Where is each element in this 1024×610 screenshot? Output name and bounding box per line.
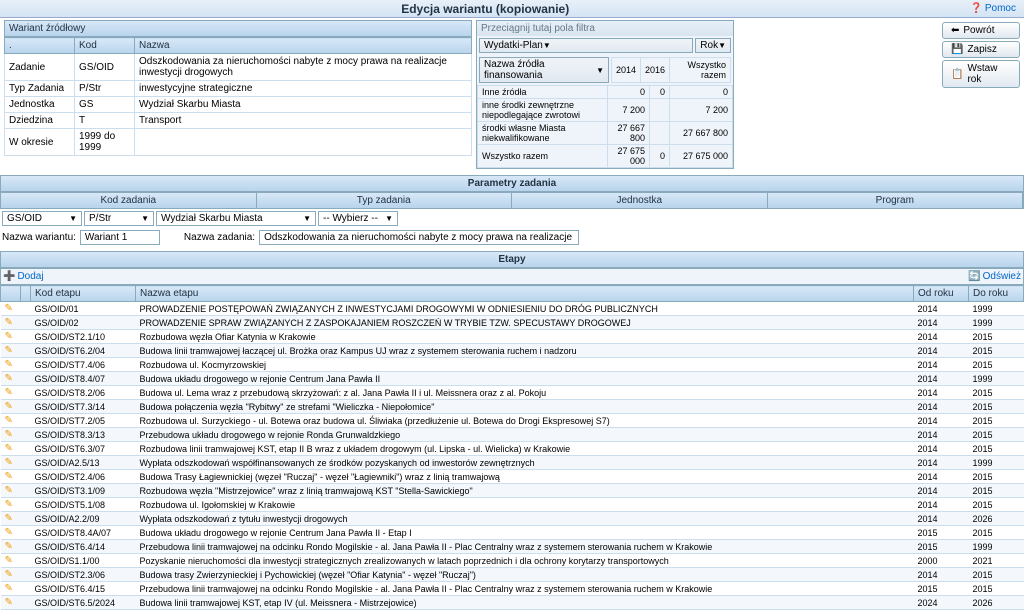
edit-icon[interactable]: ✎	[5, 401, 13, 412]
etap-row[interactable]: ✎GS/OID/ST3.1/09Rozbudowa węzła "Mistrze…	[1, 484, 1024, 498]
edit-icon[interactable]: ✎	[5, 527, 13, 538]
filter-drag-area[interactable]: Przeciągnij tutaj pola filtra	[477, 21, 733, 36]
col-nazwa[interactable]: Nazwa	[135, 38, 472, 54]
edit-icon[interactable]: ✎	[5, 555, 13, 566]
edit-icon[interactable]: ✎	[5, 331, 13, 342]
task-name-input[interactable]	[259, 230, 579, 245]
etap-row[interactable]: ✎GS/OID/ST2.1/10Rozbudowa węzła Ofiar Ka…	[1, 330, 1024, 344]
etap-row[interactable]: ✎GS/OID/ST6.3/07Rozbudowa linii tramwajo…	[1, 442, 1024, 456]
variant-row: JednostkaGSWydział Skarbu Miasta	[5, 97, 472, 113]
refresh-button[interactable]: 🔄 Odśwież	[968, 271, 1021, 282]
variant-row: ZadanieGS/OIDOdszkodowania za nieruchomo…	[5, 54, 472, 81]
edit-icon[interactable]: ✎	[5, 485, 13, 496]
edit-icon[interactable]: ✎	[5, 569, 13, 580]
variant-name-input[interactable]	[80, 230, 160, 245]
edit-icon[interactable]: ✎	[5, 317, 13, 328]
etap-row[interactable]: ✎GS/OID/ST7.3/14Budowa połączenia węzła …	[1, 400, 1024, 414]
edit-icon[interactable]: ✎	[5, 541, 13, 552]
col-od-roku[interactable]: Od roku	[914, 286, 969, 302]
help-link[interactable]: ❓ Pomoc	[970, 3, 1016, 14]
edit-icon[interactable]: ✎	[5, 499, 13, 510]
etap-row[interactable]: ✎GS/OID/ST8.4A/07Budowa układu drogowego…	[1, 526, 1024, 540]
param-combo-3[interactable]: -- Wybierz --▼	[318, 211, 398, 226]
param-combo-0[interactable]: GS/OID▼	[2, 211, 82, 226]
etap-row[interactable]: ✎GS/OID/02PROWADZENIE SPRAW ZWIĄZANYCH Z…	[1, 316, 1024, 330]
param-combo-1[interactable]: P/Str▼	[84, 211, 154, 226]
page-title: Edycja wariantu (kopiowanie)	[0, 2, 970, 16]
variant-row: DziedzinaTTransport	[5, 113, 472, 129]
etapy-table: Kod etapu Nazwa etapu Od roku Do roku ✎G…	[0, 285, 1024, 610]
edit-icon[interactable]: ✎	[5, 303, 13, 314]
source-filter[interactable]: Nazwa źródła finansowania ▼	[479, 57, 609, 83]
edit-icon[interactable]: ✎	[5, 345, 13, 356]
filter-data-row: inne środki zewnętrzne niepodlegające zw…	[478, 99, 733, 122]
variant-panel-title: Wariant źródłowy	[4, 20, 472, 37]
edit-icon[interactable]: ✎	[5, 471, 13, 482]
variant-row: W okresie1999 do 1999	[5, 129, 472, 156]
etap-row[interactable]: ✎GS/OID/ST7.2/05Rozbudowa ul. Surzyckieg…	[1, 414, 1024, 428]
param-combo-2[interactable]: Wydział Skarbu Miasta▼	[156, 211, 316, 226]
filter-data-row: Wszystko razem27 675 000027 675 000	[478, 145, 733, 168]
insert-year-label: Wstaw rok	[967, 63, 1011, 85]
etap-row[interactable]: ✎GS/OID/ST5.1/08Rozbudowa ul. Igołomskie…	[1, 498, 1024, 512]
variant-info-table: . Kod Nazwa ZadanieGS/OIDOdszkodowania z…	[4, 37, 472, 156]
edit-icon[interactable]: ✎	[5, 457, 13, 468]
edit-icon[interactable]: ✎	[5, 387, 13, 398]
col-nazwa-etapu[interactable]: Nazwa etapu	[136, 286, 914, 302]
year-header[interactable]: Wszystko razem	[670, 58, 731, 83]
col-do-roku[interactable]: Do roku	[969, 286, 1024, 302]
etapy-title: Etapy	[0, 251, 1024, 268]
col-kod-etapu[interactable]: Kod etapu	[31, 286, 136, 302]
edit-icon[interactable]: ✎	[5, 513, 13, 524]
filter-data-row: Inne źródła000	[478, 86, 733, 99]
etap-row[interactable]: ✎GS/OID/A2.5/13Wypłata odszkodowań współ…	[1, 456, 1024, 470]
etap-row[interactable]: ✎GS/OID/ST6.4/15Przebudowa linii tramwaj…	[1, 582, 1024, 596]
param-header: Typ zadania	[257, 193, 513, 208]
back-button[interactable]: ⬅ Powrót	[942, 22, 1020, 39]
etap-row[interactable]: ✎GS/OID/ST8.3/13Przebudowa układu drogow…	[1, 428, 1024, 442]
filter-data-row: środki własne Miasta niekwalifikowane27 …	[478, 122, 733, 145]
param-header: Jednostka	[512, 193, 768, 208]
etap-row[interactable]: ✎GS/OID/ST2.4/06Budowa Trasy Łagiewnicki…	[1, 470, 1024, 484]
etap-row[interactable]: ✎GS/OID/ST6.2/04Budowa linii tramwajowej…	[1, 344, 1024, 358]
year-header[interactable]: 2014	[612, 58, 641, 83]
edit-icon[interactable]: ✎	[5, 373, 13, 384]
etap-row[interactable]: ✎GS/OID/ST7.4/06Rozbudowa ul. Kocmyrzows…	[1, 358, 1024, 372]
insert-year-button[interactable]: 📋 Wstaw rok	[942, 60, 1020, 88]
col-dot[interactable]: .	[5, 38, 75, 54]
year-header[interactable]: 2016	[641, 58, 670, 83]
save-label: Zapisz	[967, 44, 996, 55]
variant-name-label: Nazwa wariantu:	[2, 232, 76, 243]
wydatki-filter[interactable]: Wydatki-Plan ▼	[479, 38, 693, 53]
edit-icon[interactable]: ✎	[5, 429, 13, 440]
etap-row[interactable]: ✎GS/OID/01PROWADZENIE POSTĘPOWAŃ ZWIĄZAN…	[1, 302, 1024, 316]
etap-row[interactable]: ✎GS/OID/ST8.2/06Budowa ul. Lema wraz z p…	[1, 386, 1024, 400]
etap-row[interactable]: ✎GS/OID/ST6.4/14Przebudowa linii tramwaj…	[1, 540, 1024, 554]
rok-filter[interactable]: Rok ▼	[695, 38, 731, 53]
edit-icon[interactable]: ✎	[5, 443, 13, 454]
param-header: Kod zadania	[1, 193, 257, 208]
variant-row: Typ ZadaniaP/Strinwestycyjne strategiczn…	[5, 81, 472, 97]
etap-row[interactable]: ✎GS/OID/S1.1/00Pozyskanie nieruchomości …	[1, 554, 1024, 568]
etap-row[interactable]: ✎GS/OID/ST8.4/07Budowa układu drogowego …	[1, 372, 1024, 386]
edit-icon[interactable]: ✎	[5, 597, 13, 608]
edit-icon[interactable]: ✎	[5, 583, 13, 594]
back-label: Powrót	[963, 25, 994, 36]
edit-icon[interactable]: ✎	[5, 359, 13, 370]
help-label: Pomoc	[985, 3, 1016, 14]
etap-row[interactable]: ✎GS/OID/A2.2/09Wypłata odszkodowań z tyt…	[1, 512, 1024, 526]
add-button[interactable]: ➕ Dodaj	[3, 271, 44, 282]
params-title: Parametry zadania	[0, 175, 1024, 192]
task-name-label: Nazwa zadania:	[184, 232, 255, 243]
col-kod[interactable]: Kod	[75, 38, 135, 54]
save-button[interactable]: 💾 Zapisz	[942, 41, 1020, 58]
edit-icon[interactable]: ✎	[5, 415, 13, 426]
etap-row[interactable]: ✎GS/OID/ST6.5/2024Budowa linii tramwajow…	[1, 596, 1024, 610]
param-header: Program	[768, 193, 1024, 208]
etap-row[interactable]: ✎GS/OID/ST2.3/06Budowa trasy Zwierzyniec…	[1, 568, 1024, 582]
